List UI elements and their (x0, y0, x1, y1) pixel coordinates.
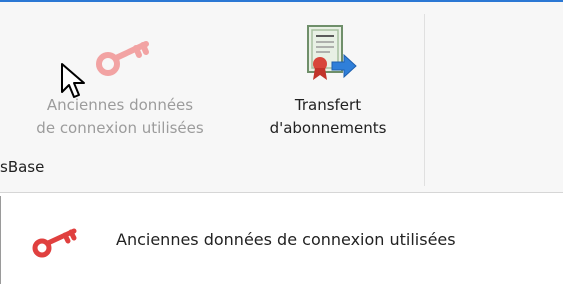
legacy-login-data-button[interactable]: Anciennes données de connexion utilisées (0, 10, 240, 150)
subscription-transfer-button[interactable]: Transfert d'abonnements (236, 10, 420, 150)
key-icon (92, 34, 156, 82)
key-icon (30, 224, 82, 260)
group-separator (424, 14, 425, 186)
ribbon-divider (0, 192, 563, 193)
subscription-transfer-line1: Transfert (294, 96, 362, 114)
legacy-login-data-menu-label: Anciennes données de connexion utilisées (116, 230, 456, 249)
subscription-transfer-line2: d'abonnements (269, 119, 387, 137)
tooltip-border (0, 196, 1, 284)
subscription-transfer-label: Transfert d'abonnements (236, 94, 420, 140)
legacy-login-data-line1: Anciennes données (46, 96, 194, 114)
mouse-cursor-icon (60, 62, 86, 102)
ribbon-group-label: sBase (0, 158, 45, 176)
legacy-login-data-label: Anciennes données de connexion utilisées (0, 94, 240, 140)
legacy-login-data-menu-item[interactable]: Anciennes données de connexion utilisées (20, 222, 560, 262)
certificate-transfer-icon (300, 22, 360, 84)
legacy-login-data-line2: de connexion utilisées (36, 119, 204, 137)
